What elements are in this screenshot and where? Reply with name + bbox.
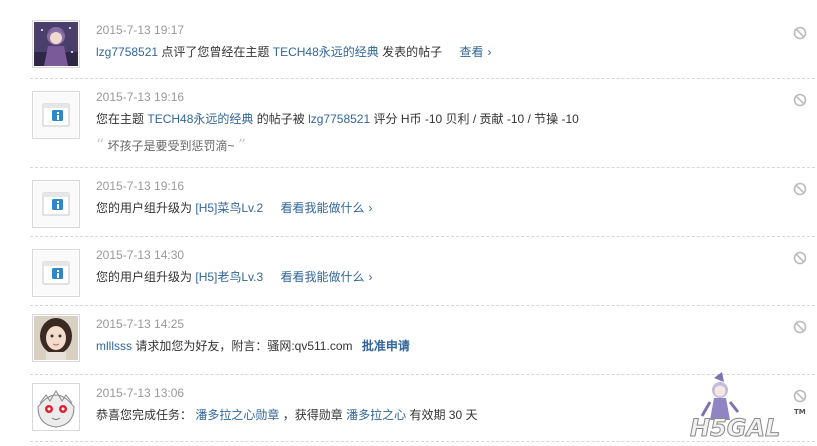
cartoon-face-icon (34, 385, 78, 429)
h5gal-watermark-logo: H5GAL TM (690, 372, 806, 442)
notice-text: 恭喜您完成任务： (96, 408, 193, 422)
view-link[interactable]: 查看 › (459, 45, 491, 59)
see-permissions-link[interactable]: 看看我能做什么 › (281, 270, 373, 284)
notice-item: 2015-7-13 14:25 mlllsss 请求加您为好友，附言：骚网:qv… (30, 306, 815, 375)
notice-text: 您在主题 (96, 112, 145, 126)
approve-friend-link[interactable]: 批准申请 (362, 339, 410, 353)
info-window-icon (34, 251, 78, 295)
ignore-icon[interactable] (793, 251, 807, 265)
user-link[interactable]: lzg7758521 (308, 112, 370, 126)
notice-time: 2015-7-13 19:17 (96, 23, 185, 37)
rating-text: 评分 H币 -10 贝利 / 贡献 -10 / 节操 -10 (373, 112, 579, 126)
see-permissions-link[interactable]: 看看我能做什么 › (281, 201, 373, 215)
notice-time: 2015-7-13 19:16 (96, 179, 185, 193)
logo-tm: TM (794, 408, 806, 416)
notice-time: 2015-7-13 13:06 (96, 386, 185, 400)
notice-text: 请求加您为好友，附言：骚网:qv511.com (135, 339, 353, 353)
rating-reason: “ 坏孩子是要受到惩罚滴~ ” (96, 135, 247, 154)
system-info-avatar (32, 180, 80, 228)
info-window-icon (34, 93, 78, 137)
notice-text: 点评了您曾经在主题 (161, 45, 270, 59)
ignore-icon[interactable] (793, 320, 807, 334)
logo-text: H5GAL (690, 414, 780, 442)
ignore-icon[interactable] (793, 26, 807, 40)
notice-time: 2015-7-13 14:30 (96, 248, 185, 262)
girl-photo-icon (34, 316, 78, 360)
notice-text: 发表的帖子 (382, 45, 443, 59)
previous-item-fragment (30, 0, 790, 6)
medal-link[interactable]: 潘多拉之心 (346, 408, 406, 422)
system-info-avatar (32, 91, 80, 139)
user-link[interactable]: mlllsss (96, 339, 132, 353)
notice-item: 2015-7-13 19:16 您的用户组升级为 [H5]菜鸟Lv.2 看看我能… (30, 168, 815, 237)
system-info-avatar (32, 249, 80, 297)
anime-girl-icon (34, 22, 78, 66)
ignore-icon[interactable] (793, 182, 807, 196)
usergroup-link[interactable]: [H5]菜鸟Lv.2 (195, 201, 263, 215)
notice-item: 2015-7-13 19:17 lzg7758521 点评了您曾经在主题 TEC… (30, 12, 815, 79)
notice-text: 您的用户组升级为 (96, 270, 193, 284)
notice-time: 2015-7-13 19:16 (96, 90, 185, 104)
girl-photo-avatar[interactable] (32, 314, 80, 362)
notice-text: 您的用户组升级为 (96, 201, 193, 215)
ignore-icon[interactable] (793, 93, 807, 107)
notice-text: 有效期 30 天 (409, 408, 478, 422)
usergroup-link[interactable]: [H5]老鸟Lv.3 (195, 270, 263, 284)
info-window-icon (34, 182, 78, 226)
thread-link[interactable]: TECH48永远的经典 (273, 45, 379, 59)
task-link[interactable]: 潘多拉之心勋章 (195, 408, 279, 422)
anime-girl-avatar[interactable] (32, 20, 80, 68)
notice-text: 的帖子被 (256, 112, 305, 126)
notice-item: 2015-7-13 14:30 您的用户组升级为 [H5]老鸟Lv.3 看看我能… (30, 237, 815, 306)
thread-link[interactable]: TECH48永远的经典 (147, 112, 253, 126)
notice-item: 2015-7-13 19:16 您在主题 TECH48永远的经典 的帖子被 lz… (30, 79, 815, 168)
user-link[interactable]: lzg7758521 (96, 45, 158, 59)
notice-text: ，获得勋章 (282, 408, 343, 422)
notice-time: 2015-7-13 14:25 (96, 317, 185, 331)
cartoon-avatar[interactable] (32, 383, 80, 431)
